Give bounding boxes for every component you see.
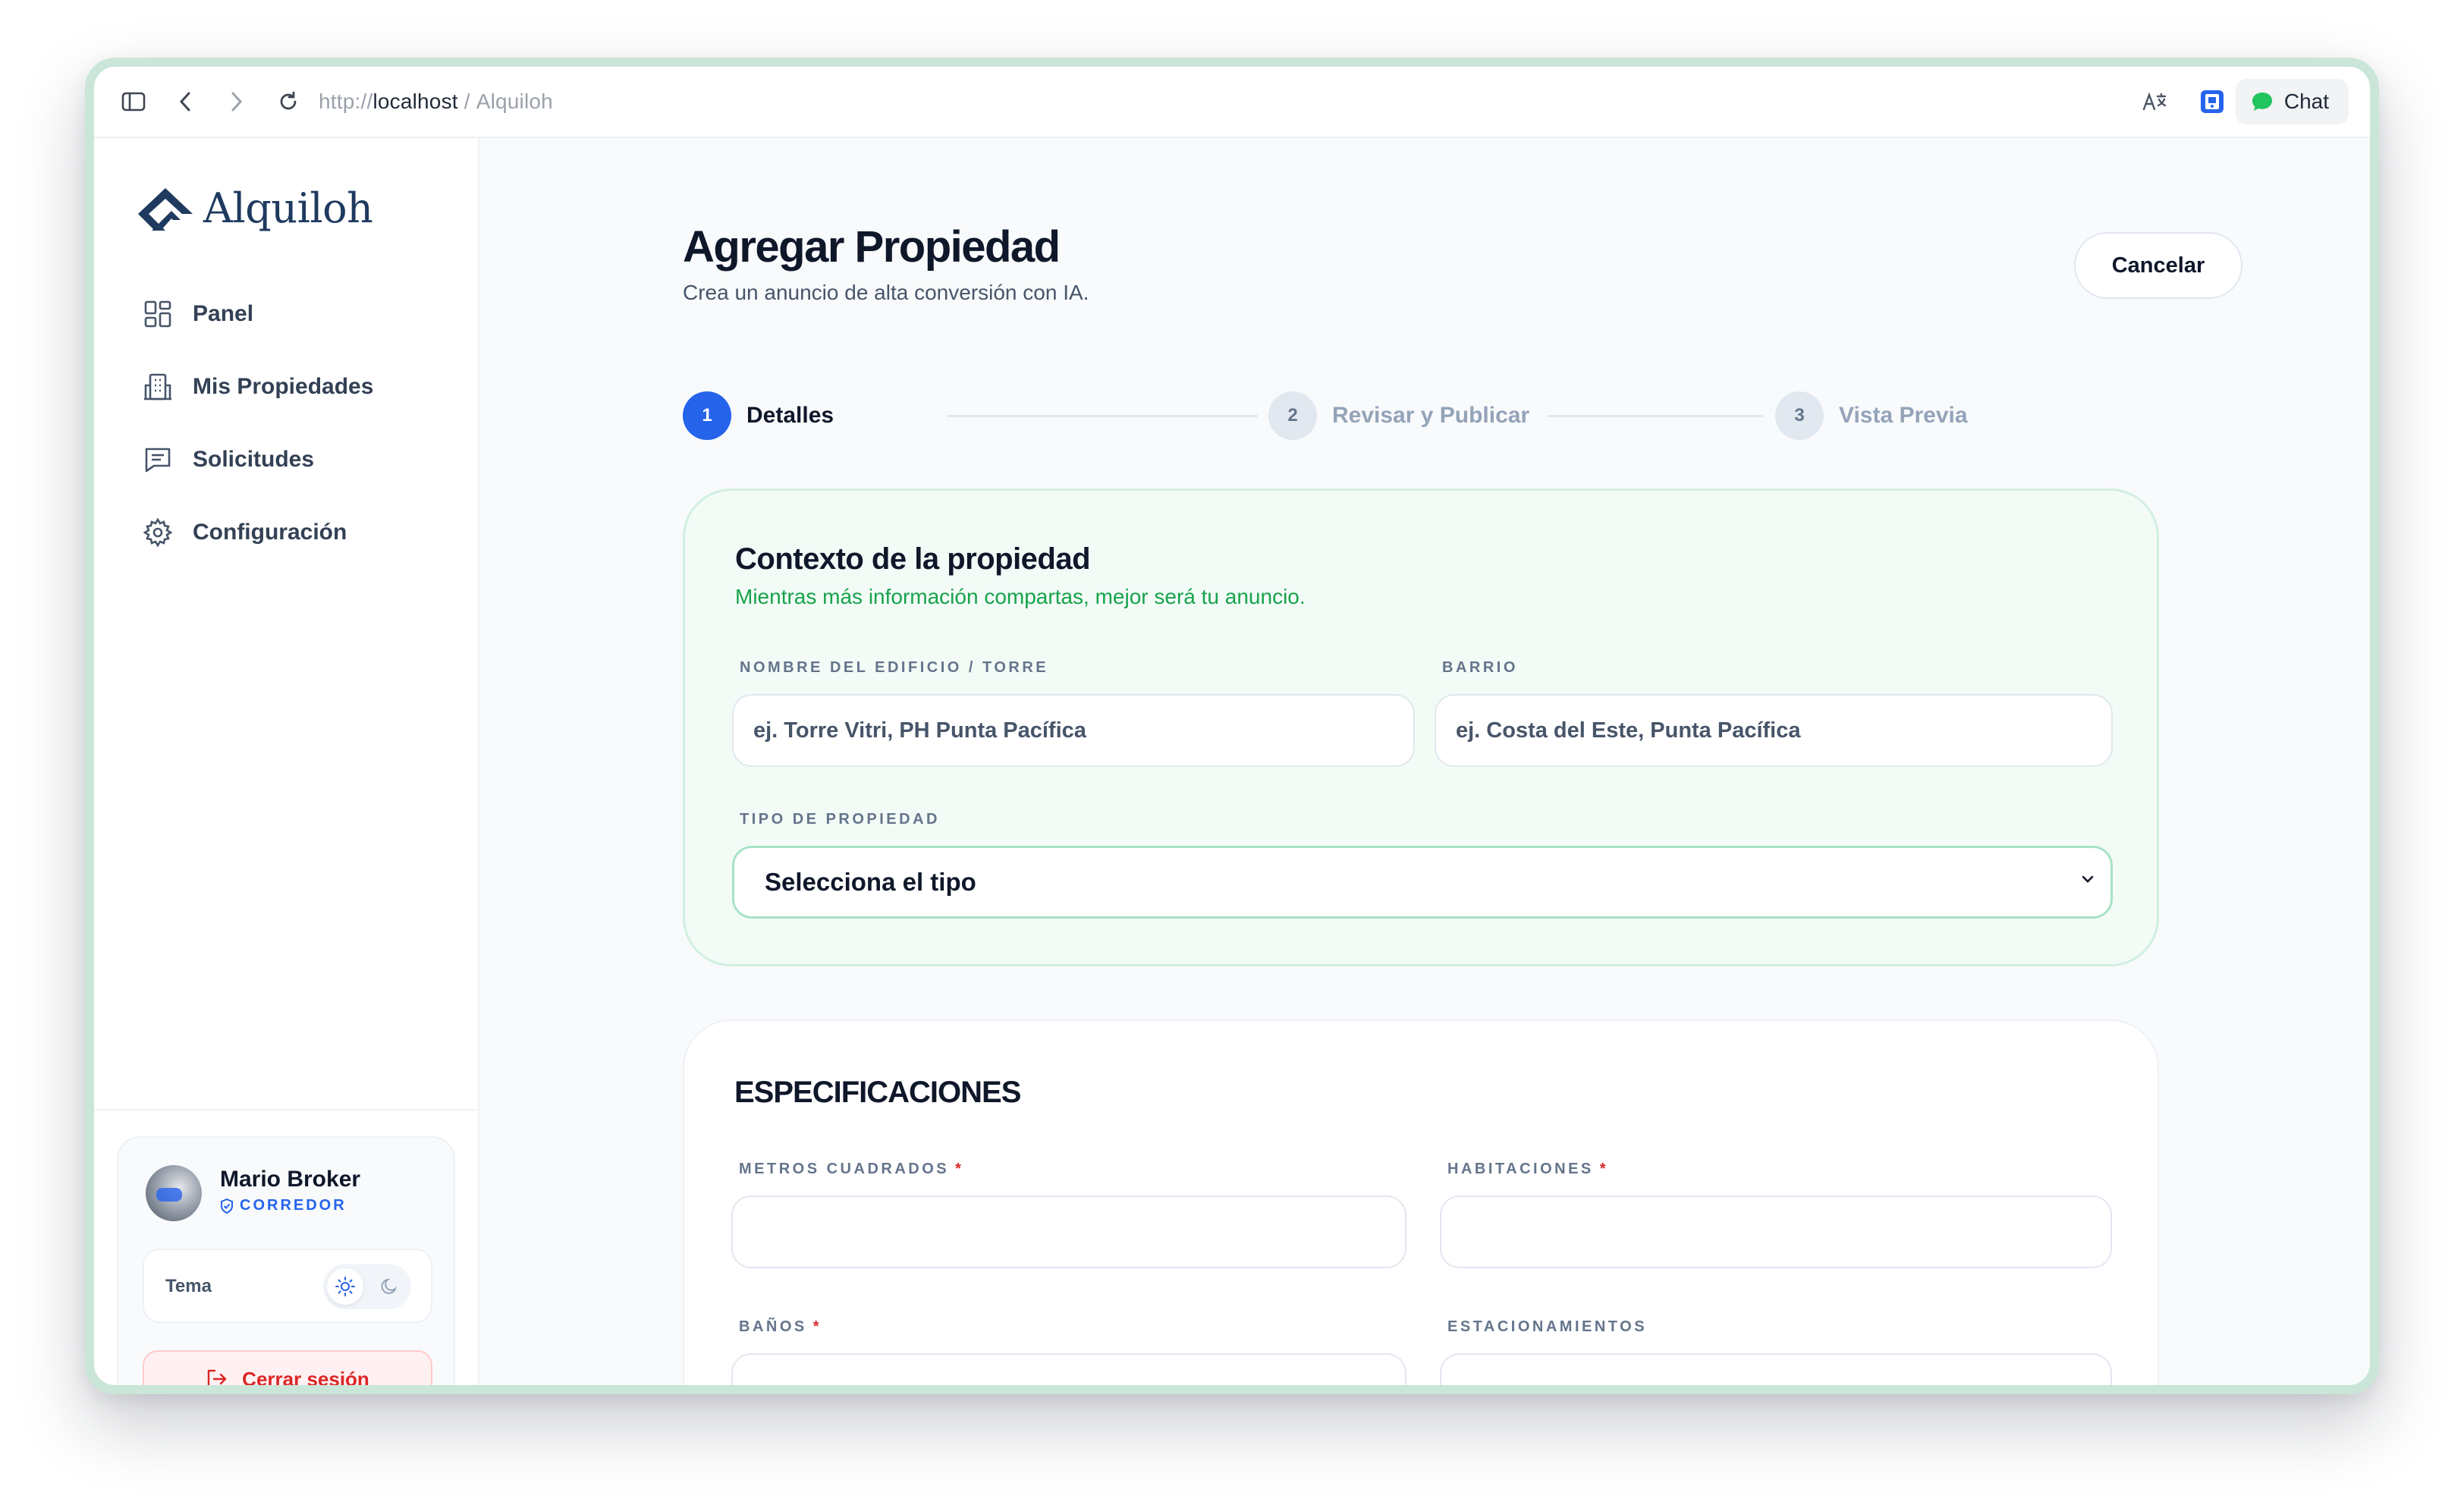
page-subtitle: Crea un anuncio de alta conversión con I… [683, 281, 1089, 304]
sidebar-item-label: Configuración [193, 520, 347, 545]
dark-theme-button[interactable] [371, 1268, 407, 1305]
parking-label: ESTACIONAMIENTOS [1447, 1318, 1648, 1335]
user-role-badge: CORREDOR [220, 1197, 347, 1214]
brand-logo[interactable]: Alquiloh [135, 184, 373, 232]
step-number: 2 [1268, 391, 1317, 440]
step-preview[interactable]: 3 Vista Previa [1775, 391, 1968, 440]
bedrooms-input[interactable] [1440, 1195, 2112, 1268]
url-separator: / [457, 90, 476, 113]
context-subtitle: Mientras más información compartas, mejo… [735, 585, 1306, 608]
forward-icon[interactable] [218, 83, 255, 120]
bathrooms-input[interactable] [731, 1353, 1406, 1385]
chat-label: Chat [2283, 90, 2329, 113]
message-icon [145, 448, 171, 473]
logo-chevron-icon [138, 188, 193, 231]
property-context-card: Contexto de la propiedad Mientras más in… [683, 489, 2159, 966]
page-title: Agregar Propiedad [683, 222, 1061, 272]
bedrooms-label: HABITACIONES * [1447, 1161, 1608, 1178]
url-scheme: http:// [319, 90, 373, 113]
property-type-label: TIPO DE PROPIEDAD [740, 811, 940, 828]
browser-window: http://localhost / Alquiloh Chat Alquilo… [85, 58, 2379, 1394]
logout-label: Cerrar sesión [242, 1367, 369, 1390]
field-label-text: HABITACIONES [1447, 1161, 1594, 1177]
user-role-label: CORREDOR [240, 1197, 347, 1214]
logout-button[interactable]: Cerrar sesión [143, 1350, 432, 1390]
back-icon[interactable] [167, 83, 203, 120]
square-meters-label: METROS CUADRADOS * [739, 1161, 963, 1178]
step-label: Vista Previa [1839, 403, 1968, 428]
grid-icon [144, 300, 171, 328]
specifications-card: ESPECIFICACIONES METROS CUADRADOS * HABIT… [683, 1019, 2159, 1385]
field-label-text: BAÑOS [739, 1318, 807, 1335]
step-details[interactable]: 1 Detalles [683, 391, 834, 440]
translate-icon[interactable] [2136, 83, 2173, 120]
step-number: 1 [683, 391, 731, 440]
user-card: Mario Broker CORREDOR Tema Cerrar sesión [117, 1136, 455, 1390]
specs-title: ESPECIFICACIONES [734, 1076, 1021, 1109]
building-input[interactable] [732, 694, 1415, 767]
avatar[interactable] [146, 1165, 202, 1221]
required-mark: * [955, 1161, 964, 1177]
chat-button[interactable]: Chat [2235, 79, 2349, 124]
sun-icon [335, 1277, 355, 1296]
parking-input[interactable] [1440, 1353, 2112, 1385]
building-label: NOMBRE DEL EDIFICIO / TORRE [740, 659, 1049, 676]
building-icon [144, 373, 171, 401]
extension-icon[interactable] [2194, 83, 2230, 120]
sidebar-divider [94, 1109, 478, 1111]
property-type-value: Selecciona el tipo [765, 868, 976, 896]
field-label-text: METROS CUADRADOS [739, 1161, 950, 1177]
url-host: localhost [372, 90, 458, 113]
light-theme-button[interactable] [327, 1268, 363, 1305]
property-type-select[interactable]: Selecciona el tipo [732, 846, 2113, 919]
sidebar-item-settings[interactable]: Configuración [143, 510, 347, 555]
sidebar: Alquiloh Panel Mis Propiedades Solicitud… [94, 138, 479, 1385]
logout-icon [207, 1369, 227, 1385]
sidebar-item-requests[interactable]: Solicitudes [143, 437, 314, 482]
theme-label: Tema [165, 1276, 212, 1296]
step-label: Revisar y Publicar [1332, 403, 1530, 428]
context-title: Contexto de la propiedad [735, 542, 1091, 576]
step-review[interactable]: 2 Revisar y Publicar [1268, 391, 1529, 440]
step-number: 3 [1775, 391, 1824, 440]
theme-toggle [323, 1264, 411, 1309]
step-label: Detalles [746, 403, 834, 428]
barrio-label: BARRIO [1442, 659, 1518, 676]
theme-switcher: Tema [143, 1249, 432, 1323]
required-mark: * [812, 1318, 822, 1335]
step-connector [1548, 415, 1763, 417]
step-connector [947, 415, 1258, 417]
reload-icon[interactable] [270, 83, 306, 120]
brand-name: Alquiloh [203, 184, 373, 232]
chat-bubble-icon [2252, 93, 2272, 111]
required-mark: * [1599, 1161, 1609, 1177]
sidebar-item-label: Panel [193, 301, 254, 326]
bathrooms-label: BAÑOS * [739, 1318, 822, 1336]
sidebar-toggle-icon[interactable] [115, 83, 152, 120]
gear-icon [143, 517, 173, 548]
main-content: Agregar Propiedad Crea un anuncio de alt… [479, 138, 2370, 1385]
address-bar[interactable]: http://localhost / Alquiloh [319, 90, 553, 114]
chevron-down-icon [2082, 875, 2094, 883]
sidebar-item-label: Mis Propiedades [193, 374, 374, 399]
barrio-input[interactable] [1435, 694, 2113, 767]
shield-check-icon [221, 1198, 233, 1214]
browser-toolbar: http://localhost / Alquiloh Chat [94, 67, 2370, 138]
user-name: Mario Broker [220, 1167, 361, 1192]
moon-icon [381, 1278, 398, 1294]
url-title: Alquiloh [476, 90, 553, 113]
sidebar-item-properties[interactable]: Mis Propiedades [143, 364, 373, 410]
sidebar-item-panel[interactable]: Panel [143, 291, 253, 337]
square-meters-input[interactable] [731, 1195, 1406, 1268]
cancel-button[interactable]: Cancelar [2074, 232, 2242, 299]
sidebar-item-label: Solicitudes [193, 447, 315, 472]
